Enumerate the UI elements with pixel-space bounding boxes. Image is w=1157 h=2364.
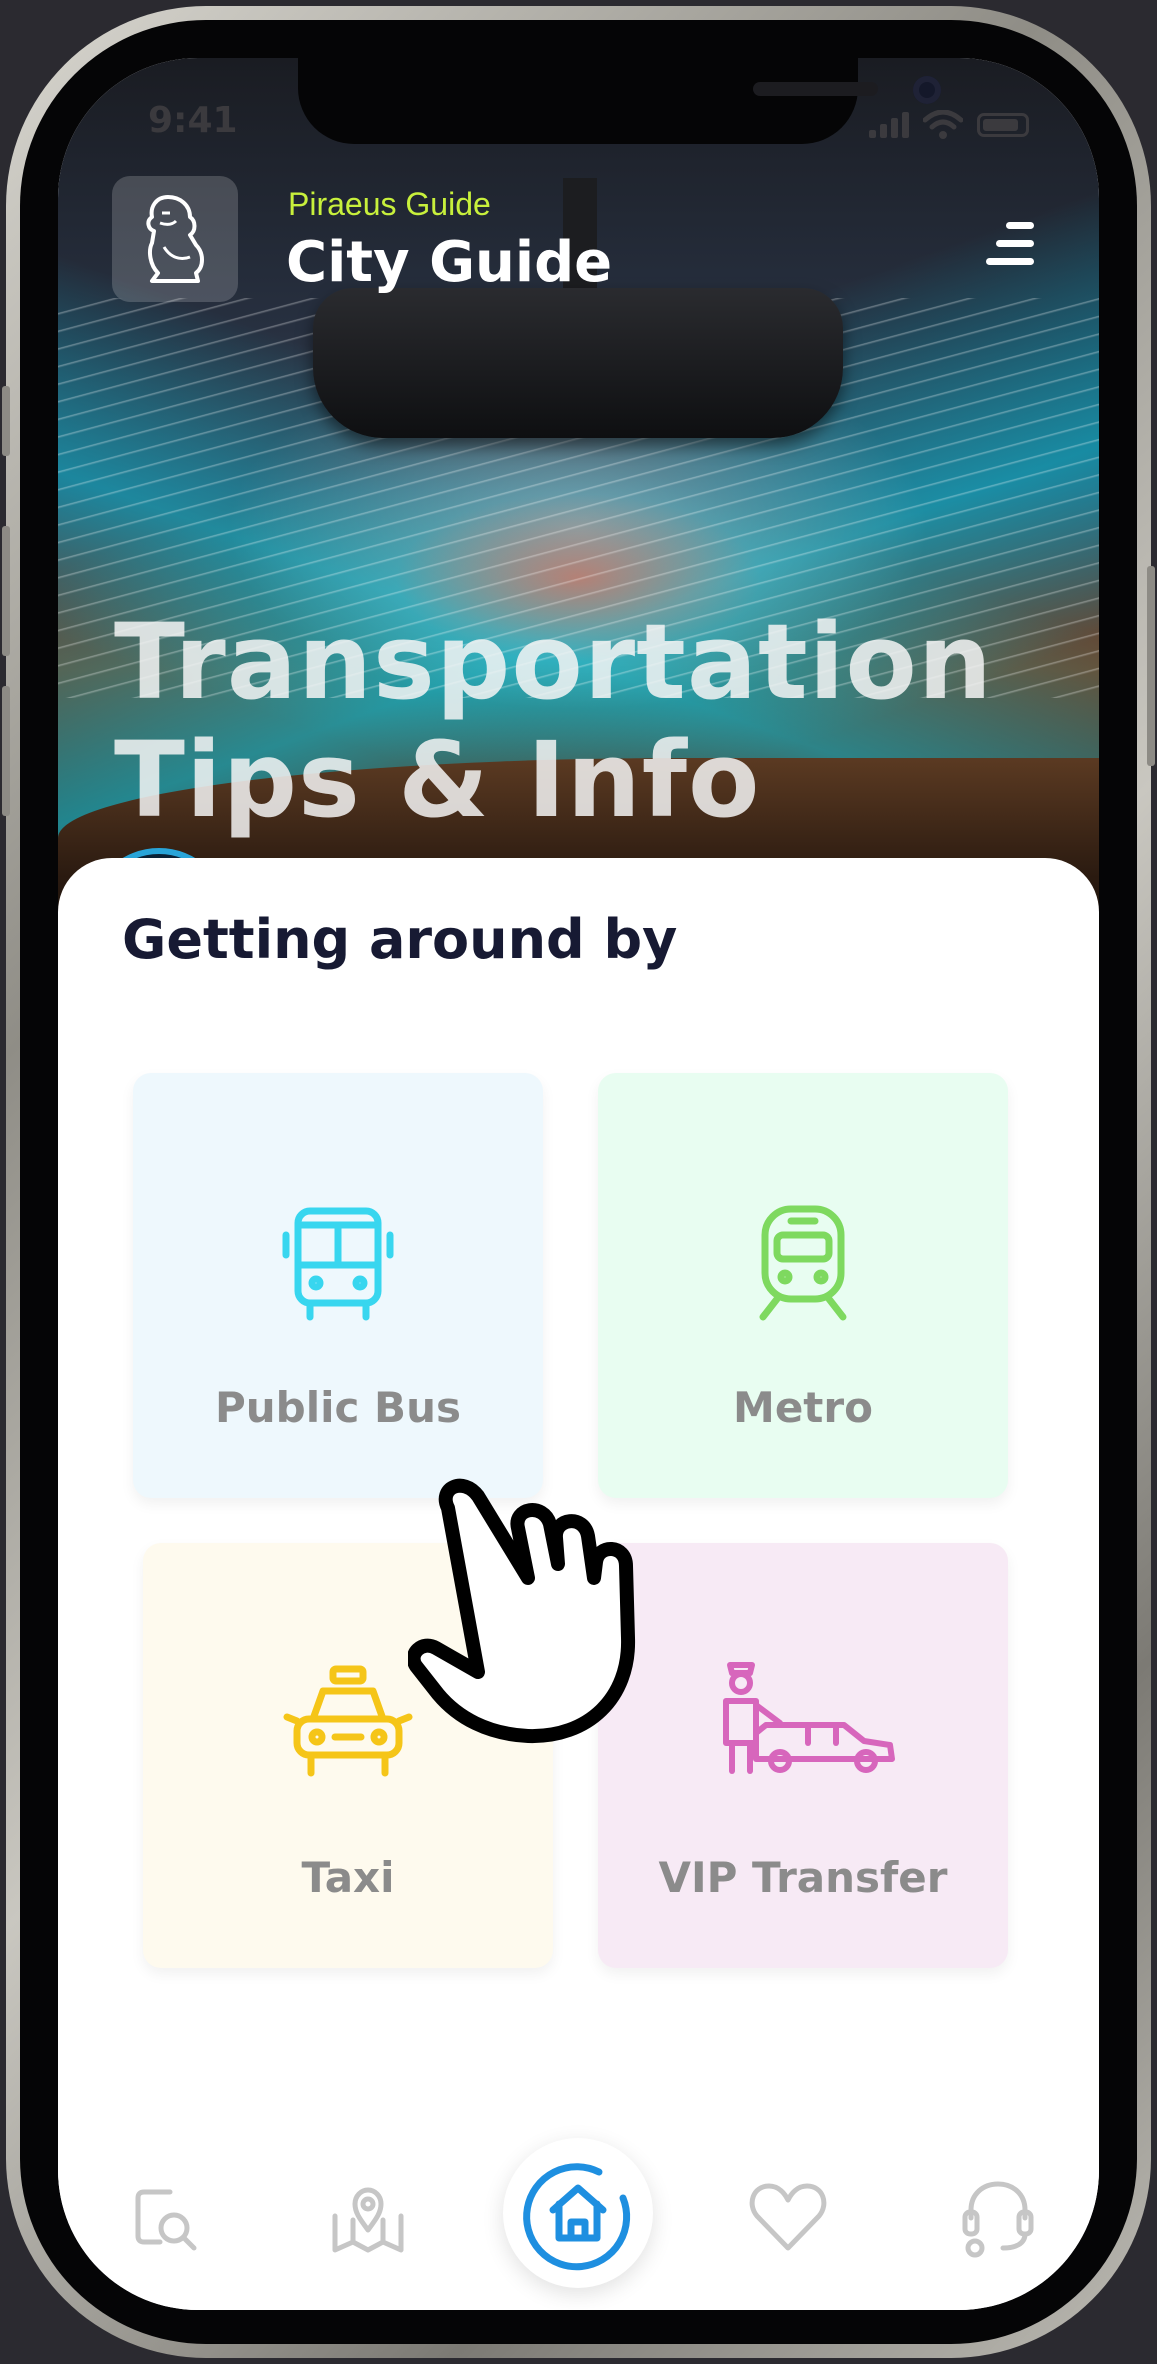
home-icon: [523, 2163, 631, 2271]
nav-support[interactable]: [953, 2172, 1043, 2262]
hero-title: Transportation Tips & Info: [114, 603, 993, 839]
app-screen: 9:41 Piraeus Guide City Guide Transporta…: [58, 58, 1099, 2310]
nav-search[interactable]: [118, 2172, 208, 2262]
menu-icon: [1006, 222, 1034, 229]
hero-title-line1: Transportation: [114, 601, 993, 723]
option-public-bus[interactable]: Public Bus: [133, 1073, 543, 1498]
nav-home[interactable]: [503, 2138, 653, 2288]
map-pin-icon: [332, 2187, 404, 2253]
mute-switch: [2, 386, 10, 456]
app-title: City Guide: [286, 230, 613, 295]
wifi-icon: [923, 110, 963, 139]
taxi-icon: [283, 1665, 413, 1777]
notch: [298, 58, 941, 144]
status-icons: [869, 110, 1029, 140]
option-label-public-bus: Public Bus: [215, 1383, 461, 1432]
nav-favorites[interactable]: [743, 2172, 833, 2262]
hero-title-line2: Tips & Info: [114, 719, 761, 841]
limousine-chauffeur-icon: [723, 1662, 895, 1774]
option-label-taxi: Taxi: [301, 1853, 395, 1902]
menu-button[interactable]: [978, 208, 1048, 278]
heart-icon: [749, 2183, 827, 2251]
nav-map[interactable]: [323, 2172, 413, 2262]
status-time: 9:41: [148, 100, 238, 141]
option-label-vip-transfer: VIP Transfer: [658, 1853, 948, 1902]
rearview-mirror: [313, 288, 843, 438]
app-subtitle: Piraeus Guide: [288, 186, 491, 222]
section-title: Getting around by: [122, 908, 678, 971]
bus-icon: [282, 1207, 394, 1321]
lion-statue-icon: [146, 195, 204, 283]
app-logo[interactable]: [112, 176, 238, 302]
battery-icon: [977, 113, 1029, 137]
power-button: [1147, 566, 1155, 766]
option-label-metro: Metro: [733, 1383, 873, 1432]
volume-down-button: [2, 686, 10, 816]
support-headset-icon: [962, 2181, 1034, 2258]
signal-icon: [869, 112, 909, 138]
search-page-icon: [135, 2189, 197, 2251]
pointer-hand-icon: [408, 1478, 636, 1744]
option-metro[interactable]: Metro: [598, 1073, 1008, 1498]
metro-train-icon: [759, 1205, 847, 1321]
bottom-nav: [58, 2138, 1099, 2298]
volume-up-button: [2, 526, 10, 656]
